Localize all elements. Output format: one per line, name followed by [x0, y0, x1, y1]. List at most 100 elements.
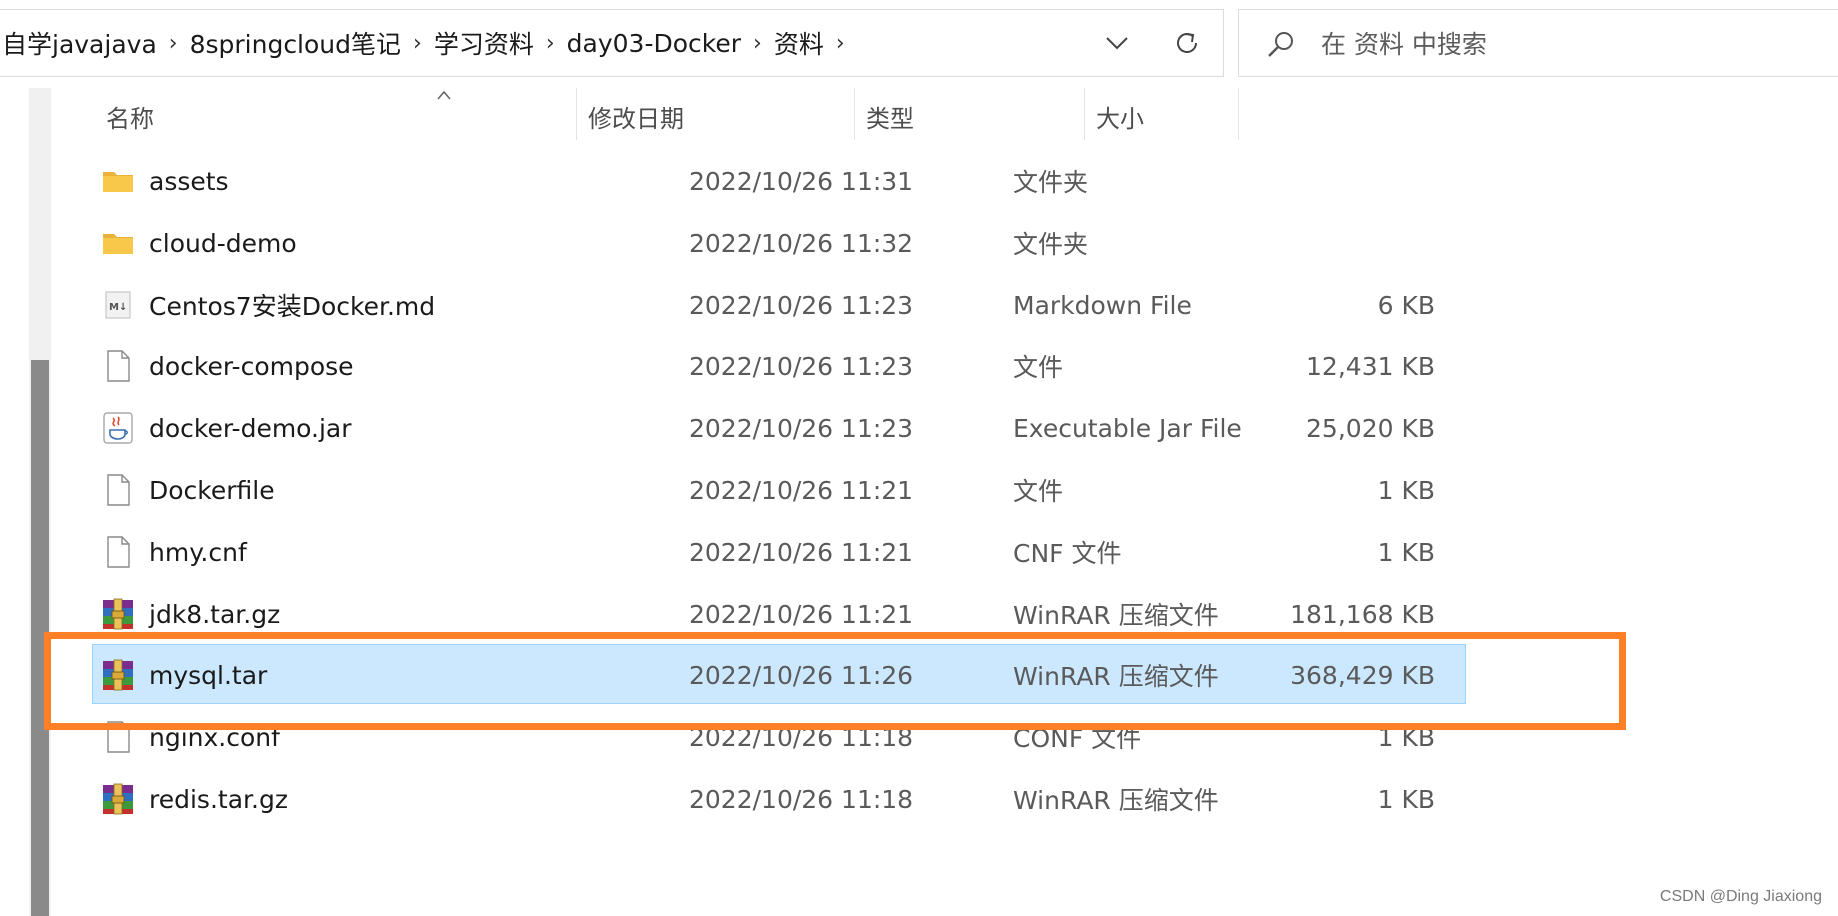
column-header-name[interactable]: 名称	[106, 88, 154, 144]
column-divider[interactable]	[854, 88, 855, 140]
file-row[interactable]: assets 2022/10/26 11:31 文件夹	[92, 150, 1466, 210]
chevron-right-icon[interactable]: ›	[747, 31, 768, 56]
file-date-cell: 2022/10/26 11:21	[689, 599, 914, 629]
chevron-down-icon	[1106, 37, 1128, 50]
file-date-cell: 2022/10/26 11:18	[689, 784, 914, 814]
file-name: assets	[149, 166, 229, 196]
file-size-cell: 1 KB	[1377, 722, 1435, 752]
file-row[interactable]: nginx.conf 2022/10/26 11:18 CONF 文件 1 KB	[92, 706, 1466, 766]
breadcrumb-item[interactable]: 资料	[768, 25, 830, 61]
file-size-cell: 12,431 KB	[1306, 351, 1435, 381]
file-name-cell: docker-demo.jar	[93, 398, 653, 458]
file-name-cell: mysql.tar	[93, 645, 653, 705]
breadcrumb-item[interactable]: 自学javajava	[0, 25, 163, 61]
file-name: redis.tar.gz	[149, 784, 288, 814]
file-name-cell: docker-compose	[93, 336, 653, 396]
file-row[interactable]: jdk8.tar.gz 2022/10/26 11:21 WinRAR 压缩文件 18…	[92, 583, 1466, 643]
svg-text:M↓: M↓	[109, 302, 127, 313]
file-list: 名称 修改日期 类型 大小 assets 2022/10/26 11:31 文件夹 c…	[58, 88, 1838, 916]
navigation-pane	[0, 88, 58, 916]
file-name-cell: jdk8.tar.gz	[93, 584, 653, 644]
markdown-file-icon: M↓	[101, 288, 135, 322]
file-row[interactable]: M↓ Centos7安装Docker.md 2022/10/26 11:23 Mark…	[92, 274, 1466, 334]
java-jar-icon	[101, 411, 135, 445]
winrar-archive-icon	[101, 597, 135, 631]
refresh-button[interactable]	[1164, 20, 1210, 66]
file-name: cloud-demo	[149, 228, 297, 258]
file-name: Dockerfile	[149, 475, 275, 505]
file-row[interactable]: docker-demo.jar 2022/10/26 11:23 Executabl…	[92, 397, 1466, 457]
file-date-cell: 2022/10/26 11:18	[689, 722, 914, 752]
column-header-size[interactable]: 大小	[1096, 88, 1144, 144]
file-name-cell: M↓ Centos7安装Docker.md	[93, 275, 653, 335]
blank-file-icon	[101, 473, 135, 507]
file-name: mysql.tar	[149, 660, 268, 690]
breadcrumb-item[interactable]: 学习资料	[428, 25, 540, 61]
file-type-cell: 文件夹	[1013, 230, 1089, 259]
file-size-cell: 181,168 KB	[1290, 599, 1435, 629]
file-date-cell: 2022/10/26 11:21	[689, 537, 914, 567]
blank-file-icon	[101, 720, 135, 754]
file-name: nginx.conf	[149, 722, 280, 752]
file-size-cell: 368,429 KB	[1290, 660, 1435, 690]
file-name: docker-demo.jar	[149, 413, 352, 443]
file-name-cell: nginx.conf	[93, 707, 653, 767]
file-name-cell: assets	[93, 151, 653, 211]
file-type-cell: 文件	[1013, 477, 1064, 506]
watermark: CSDN @Ding Jiaxiong	[1659, 888, 1822, 905]
file-date-cell: 2022/10/26 11:23	[689, 351, 914, 381]
blank-file-icon	[101, 349, 135, 383]
breadcrumb: 自学javajava › 8springcloud笔记 › 学习资料 › day…	[0, 10, 851, 76]
chevron-right-icon[interactable]: ›	[830, 31, 851, 56]
file-size-cell: 6 KB	[1377, 290, 1435, 320]
refresh-icon	[1177, 33, 1197, 53]
file-size-cell: 1 KB	[1377, 784, 1435, 814]
nav-scrollbar-thumb[interactable]	[31, 360, 49, 916]
file-date-cell: 2022/10/26 11:26	[689, 660, 914, 690]
chevron-right-icon[interactable]: ›	[163, 31, 184, 56]
file-type-cell: CONF 文件	[1013, 724, 1142, 753]
folder-icon	[101, 164, 135, 198]
file-date-cell: 2022/10/26 11:31	[689, 166, 914, 196]
sort-ascending-icon	[437, 90, 451, 100]
column-header-date[interactable]: 修改日期	[588, 88, 684, 144]
file-name-cell: Dockerfile	[93, 460, 653, 520]
winrar-archive-icon	[101, 658, 135, 692]
search-input[interactable]	[1319, 22, 1823, 66]
file-name-cell: cloud-demo	[93, 213, 653, 273]
column-divider[interactable]	[576, 88, 577, 140]
file-size-cell: 1 KB	[1377, 537, 1435, 567]
column-divider[interactable]	[1238, 88, 1239, 140]
file-date-cell: 2022/10/26 11:32	[689, 228, 914, 258]
chevron-right-icon[interactable]: ›	[407, 31, 428, 56]
column-header-type[interactable]: 类型	[866, 88, 914, 144]
file-size-cell	[1173, 213, 1435, 273]
search-icon	[1268, 32, 1293, 57]
file-name: hmy.cnf	[149, 537, 247, 567]
file-row-selected[interactable]: mysql.tar 2022/10/26 11:26 WinRAR 压缩文件 368,…	[92, 644, 1466, 704]
breadcrumb-item[interactable]: day03-Docker	[561, 29, 747, 58]
file-date-cell: 2022/10/26 11:21	[689, 475, 914, 505]
column-header-row: 名称 修改日期 类型 大小	[106, 88, 1506, 144]
breadcrumb-item[interactable]: 8springcloud笔记	[184, 25, 407, 61]
file-name-cell: redis.tar.gz	[93, 769, 653, 829]
search-box[interactable]	[1238, 9, 1838, 77]
file-date-cell: 2022/10/26 11:23	[689, 290, 914, 320]
file-type-cell: 文件夹	[1013, 168, 1089, 197]
file-size-cell: 1 KB	[1377, 475, 1435, 505]
address-bar[interactable]: 自学javajava › 8springcloud笔记 › 学习资料 › day…	[0, 9, 1224, 77]
file-row[interactable]: redis.tar.gz 2022/10/26 11:18 WinRAR 压缩文件 1…	[92, 768, 1466, 828]
file-type-cell: Markdown File	[1013, 290, 1192, 320]
file-row[interactable]: docker-compose 2022/10/26 11:23 文件 12,431 K…	[92, 335, 1466, 395]
file-type-cell: 文件	[1013, 353, 1064, 382]
file-name: Centos7安装Docker.md	[149, 292, 436, 321]
file-date-cell: 2022/10/26 11:23	[689, 413, 914, 443]
chevron-right-icon[interactable]: ›	[540, 31, 561, 56]
file-name: docker-compose	[149, 351, 354, 381]
file-name-cell: hmy.cnf	[93, 522, 653, 582]
file-row[interactable]: Dockerfile 2022/10/26 11:21 文件 1 KB	[92, 459, 1466, 519]
file-row[interactable]: cloud-demo 2022/10/26 11:32 文件夹	[92, 212, 1466, 272]
column-divider[interactable]	[1084, 88, 1085, 140]
file-row[interactable]: hmy.cnf 2022/10/26 11:21 CNF 文件 1 KB	[92, 521, 1466, 581]
address-history-button[interactable]	[1094, 20, 1140, 66]
